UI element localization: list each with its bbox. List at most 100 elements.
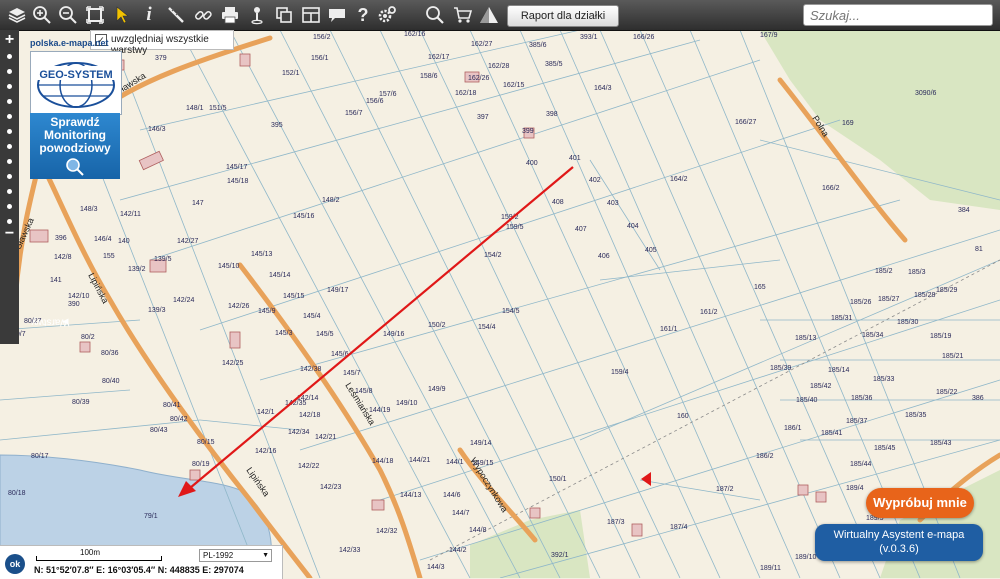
- settings-icon[interactable]: [376, 4, 398, 26]
- zoom-level-dot[interactable]: [7, 144, 12, 149]
- search-input[interactable]: [804, 5, 996, 25]
- pointer-icon[interactable]: [111, 4, 133, 26]
- parcel-label: 162/17: [428, 54, 450, 61]
- map-canvas[interactable]: Sławska Sławska Lipińska Lipińska Polna …: [0, 0, 1000, 578]
- zoom-level-dot[interactable]: [7, 99, 12, 104]
- zoom-level-dot[interactable]: [7, 114, 12, 119]
- parcel-report-button[interactable]: Raport dla działki: [507, 5, 619, 27]
- parcel-label: 145/3: [275, 330, 293, 337]
- map-svg[interactable]: Sławska Sławska Lipińska Lipińska Polna …: [0, 0, 1000, 578]
- parcel-label: 144/18: [372, 458, 394, 465]
- parcel-label: 149/16: [383, 331, 405, 338]
- parcel-label: 189/10: [795, 554, 817, 561]
- parcel-label: 185/27: [878, 296, 900, 303]
- measure-icon[interactable]: [165, 4, 187, 26]
- parcel-label: 80/42: [170, 416, 188, 423]
- parcel-label: 185/39: [770, 365, 792, 372]
- parcel-label: 144/13: [400, 492, 422, 499]
- parcel-label: 189/4: [846, 485, 864, 492]
- geo-system-logo[interactable]: GEO-SYSTEM: [30, 51, 122, 115]
- zoom-level-dot[interactable]: [7, 204, 12, 209]
- parcel-label: 185/42: [810, 383, 832, 390]
- parcel-label: 399: [522, 128, 534, 135]
- parcel-label: 145/15: [283, 293, 305, 300]
- parcel-label: 145/4: [303, 313, 321, 320]
- full-extent-icon[interactable]: [84, 4, 106, 26]
- parcel-label: 154/5: [502, 308, 520, 315]
- parcel-label: 142/34: [288, 429, 310, 436]
- parcel-label: 149/15: [472, 460, 494, 467]
- parcel-label: 185/14: [828, 367, 850, 374]
- pin-icon[interactable]: [246, 4, 268, 26]
- parcel-label: 169: [842, 120, 854, 127]
- parcel-label: 400: [526, 160, 538, 167]
- parcel-label: 145/9: [258, 308, 276, 315]
- site-url: polska.e-mapa.net: [30, 38, 109, 48]
- parcel-label: 140: [118, 238, 130, 245]
- warning-icon[interactable]: [478, 4, 500, 26]
- zoom-in-button[interactable]: +: [0, 32, 19, 48]
- parcel-label: 139/2: [128, 266, 146, 273]
- parcel-label: 146/3: [148, 126, 166, 133]
- parcel-label: 144/8: [469, 527, 487, 534]
- parcel-label: 187/3: [607, 519, 625, 526]
- parcel-label: 166/27: [735, 119, 757, 126]
- zoom-out-button[interactable]: −: [0, 226, 19, 242]
- parcel-label: 142/32: [376, 528, 398, 535]
- zoom-level-dot[interactable]: [7, 69, 12, 74]
- parcel-label: 185/2: [875, 268, 893, 275]
- parcel-label: 139/5: [154, 256, 172, 263]
- cart-icon[interactable]: [452, 4, 474, 26]
- link-icon[interactable]: [192, 4, 214, 26]
- parcel-label: 404: [627, 223, 639, 230]
- parcel-label: 149/17: [327, 287, 349, 294]
- zoom-level-dot[interactable]: [7, 54, 12, 59]
- parcel-label: 160: [677, 413, 689, 420]
- zoom-out-icon[interactable]: [57, 4, 79, 26]
- crs-select[interactable]: PL-1992 ▼: [199, 549, 272, 562]
- flood-monitoring-button[interactable]: Sprawdź Monitoring powodziowy: [30, 113, 120, 179]
- parcel-label: 145/7: [343, 370, 361, 377]
- zoom-level-dot[interactable]: [7, 84, 12, 89]
- comment-icon[interactable]: [326, 4, 348, 26]
- parcel-label: 142/26: [228, 303, 250, 310]
- parcel-label: 154/2: [484, 252, 502, 259]
- zoom-level-dot[interactable]: [7, 129, 12, 134]
- help-icon[interactable]: ?: [352, 4, 374, 26]
- print-icon[interactable]: [219, 4, 241, 26]
- zoom-level-dot[interactable]: [7, 174, 12, 179]
- search-map-icon[interactable]: [424, 4, 446, 26]
- parcel-label: 80/17: [31, 453, 49, 460]
- layout-icon[interactable]: [300, 4, 322, 26]
- layers-tab[interactable]: ▶ Warstwy: [0, 278, 70, 344]
- parcel-label: 142/25: [222, 360, 244, 367]
- parcel-label: 393/1: [580, 34, 598, 41]
- parcel-label: 185/43: [930, 440, 952, 447]
- parcel-label: 145/10: [218, 263, 240, 270]
- info-icon[interactable]: i: [138, 4, 160, 26]
- parcel-label: 156/6: [366, 98, 384, 105]
- parcel-label: 164/3: [594, 85, 612, 92]
- parcel-label: 148/2: [322, 197, 340, 204]
- logo-text: GEO-SYSTEM: [39, 69, 112, 81]
- copy-icon[interactable]: [273, 4, 295, 26]
- zoom-level-dot[interactable]: [7, 219, 12, 224]
- parcel-label: 185/22: [936, 389, 958, 396]
- parcel-label: 185/33: [873, 376, 895, 383]
- crs-value: PL-1992: [203, 551, 234, 560]
- parcel-label: 157/6: [379, 91, 397, 98]
- parcel-label: 142/10: [68, 293, 90, 300]
- virtual-assistant-button[interactable]: Wirtualny Asystent e-mapa (v.0.3.6): [815, 524, 983, 561]
- zoom-level-dot[interactable]: [7, 159, 12, 164]
- parcel-label: 80/19: [192, 461, 210, 468]
- layers-icon[interactable]: [6, 4, 28, 26]
- ok-button[interactable]: ok: [5, 554, 25, 574]
- parcel-label: 185/44: [850, 461, 872, 468]
- parcel-label: 142/21: [315, 434, 337, 441]
- parcel-label: 159/4: [611, 369, 629, 376]
- zoom-level-dot[interactable]: [7, 189, 12, 194]
- try-me-button[interactable]: Wypróbuj mnie: [866, 488, 974, 518]
- zoom-in-icon[interactable]: [31, 4, 53, 26]
- parcel-label: 150/2: [428, 322, 446, 329]
- parcel-label: 167/9: [760, 32, 778, 39]
